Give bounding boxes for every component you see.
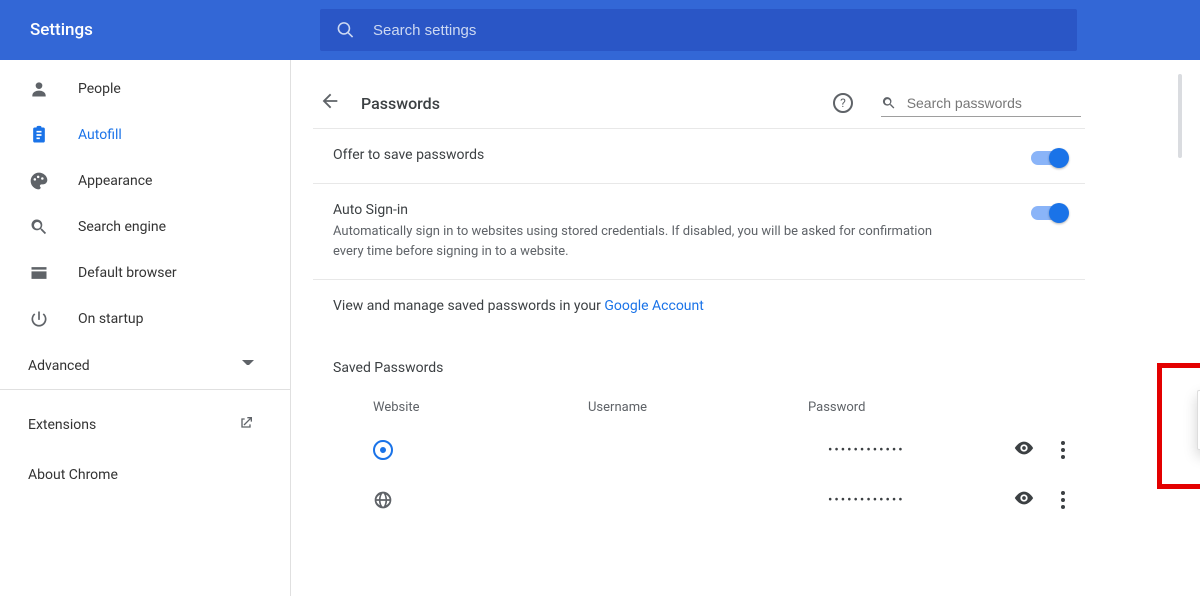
sidebar-item-label: People <box>78 81 121 97</box>
sidebar-link-label: About Chrome <box>28 467 118 483</box>
app-title: Settings <box>30 20 320 40</box>
column-username: Username <box>588 400 808 415</box>
sidebar-item-label: On startup <box>78 311 144 327</box>
show-password-button[interactable] <box>1013 487 1035 513</box>
power-icon <box>28 309 50 329</box>
passwords-panel: Passwords ? Offer to save passwords Auto… <box>313 78 1085 525</box>
manage-passwords-text: View and manage saved passwords in your <box>333 298 604 314</box>
scrollbar[interactable] <box>1178 74 1182 158</box>
row-menu-button[interactable] <box>1061 441 1065 459</box>
column-password: Password <box>808 400 1065 415</box>
external-link-icon <box>238 415 254 435</box>
google-account-link[interactable]: Google Account <box>604 298 703 314</box>
sidebar-link-extensions[interactable]: Extensions <box>0 400 290 450</box>
auto-signin-description: Automatically sign in to websites using … <box>333 222 953 261</box>
search-icon <box>336 20 355 40</box>
panel-header: Passwords ? <box>313 78 1085 128</box>
sidebar-item-label: Autofill <box>78 127 122 143</box>
saved-passwords-heading: Saved Passwords <box>313 332 1085 386</box>
sidebar-link-about[interactable]: About Chrome <box>0 450 290 500</box>
sidebar-advanced-toggle[interactable]: Advanced <box>0 342 290 390</box>
search-settings-input[interactable] <box>373 22 1061 39</box>
clipboard-icon <box>28 125 50 145</box>
settings-sidebar: People Autofill Appearance Search engine… <box>0 60 291 596</box>
site-favicon-icon <box>373 440 393 460</box>
search-settings-bar[interactable] <box>320 9 1077 51</box>
sidebar-item-search-engine[interactable]: Search engine <box>0 204 290 250</box>
main-content: Passwords ? Offer to save passwords Auto… <box>291 60 1200 596</box>
cell-password-masked: •••••••••••• <box>828 493 1013 508</box>
sidebar-item-appearance[interactable]: Appearance <box>0 158 290 204</box>
app-header: Settings <box>0 0 1200 60</box>
annotation-highlight <box>1157 363 1200 489</box>
offer-save-section: Offer to save passwords <box>313 128 1085 183</box>
cell-password-masked: •••••••••••• <box>828 443 1013 458</box>
offer-save-label: Offer to save passwords <box>333 147 1031 163</box>
back-button[interactable] <box>319 90 341 116</box>
password-table-header: Website Username Password <box>313 386 1085 425</box>
search-icon <box>881 94 897 112</box>
row-menu-button[interactable] <box>1061 491 1065 509</box>
sidebar-link-label: Extensions <box>28 417 96 433</box>
panel-title: Passwords <box>361 94 833 113</box>
sidebar-item-label: Appearance <box>78 173 152 189</box>
sidebar-item-label: Search engine <box>78 219 166 235</box>
palette-icon <box>28 171 50 191</box>
manage-passwords-row: View and manage saved passwords in your … <box>313 279 1085 332</box>
sidebar-item-autofill[interactable]: Autofill <box>0 112 290 158</box>
sidebar-item-label: Default browser <box>78 265 177 281</box>
password-search[interactable] <box>881 89 1081 117</box>
globe-icon <box>373 490 393 510</box>
password-row: •••••••••••• <box>313 475 1085 525</box>
sidebar-item-default-browser[interactable]: Default browser <box>0 250 290 296</box>
auto-signin-toggle[interactable] <box>1031 206 1065 220</box>
offer-save-toggle[interactable] <box>1031 151 1065 165</box>
person-icon <box>28 79 50 99</box>
auto-signin-section: Auto Sign-in Automatically sign in to we… <box>313 183 1085 279</box>
password-search-input[interactable] <box>907 95 1081 111</box>
password-row: •••••••••••• <box>313 425 1085 475</box>
column-website: Website <box>373 400 588 415</box>
sidebar-item-on-startup[interactable]: On startup <box>0 296 290 342</box>
chevron-down-icon <box>242 360 254 372</box>
sidebar-item-people[interactable]: People <box>0 66 290 112</box>
sidebar-advanced-label: Advanced <box>28 358 90 374</box>
auto-signin-label: Auto Sign-in <box>333 202 1031 218</box>
search-icon <box>28 217 50 237</box>
browser-icon <box>28 263 50 283</box>
show-password-button[interactable] <box>1013 437 1035 463</box>
help-icon[interactable]: ? <box>833 93 853 113</box>
